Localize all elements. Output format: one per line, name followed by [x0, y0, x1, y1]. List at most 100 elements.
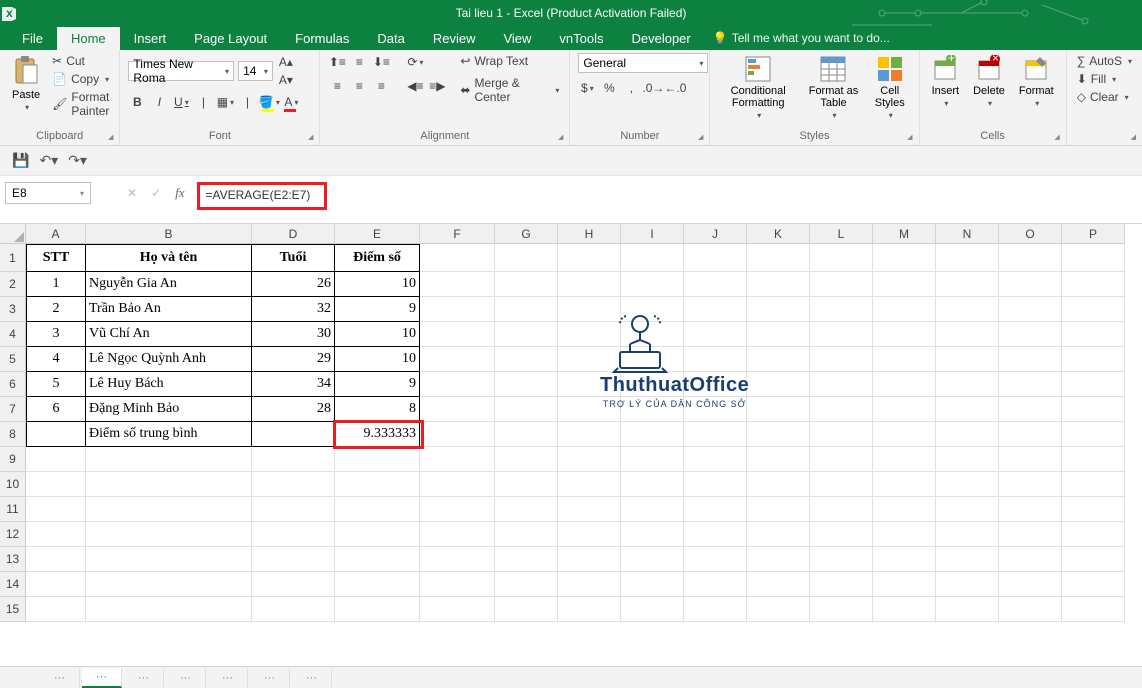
cell[interactable]	[26, 472, 86, 497]
cell[interactable]	[558, 397, 621, 422]
cell[interactable]	[558, 597, 621, 622]
cell[interactable]: 6	[26, 397, 86, 422]
cell[interactable]	[999, 322, 1062, 347]
cell[interactable]	[873, 522, 936, 547]
cell[interactable]	[747, 422, 810, 447]
cell[interactable]: 10	[335, 272, 420, 297]
cell[interactable]	[873, 472, 936, 497]
insert-cells-button[interactable]: +Insert	[928, 53, 964, 110]
cell[interactable]	[495, 447, 558, 472]
cell[interactable]	[495, 422, 558, 447]
redo-button[interactable]: ↷▾	[68, 152, 87, 169]
cell[interactable]: 28	[252, 397, 335, 422]
col-header-K[interactable]: K	[747, 224, 810, 244]
cell[interactable]	[936, 397, 999, 422]
cell[interactable]	[335, 447, 420, 472]
cell[interactable]	[86, 547, 252, 572]
cell[interactable]	[873, 397, 936, 422]
cell[interactable]	[621, 447, 684, 472]
cell[interactable]	[936, 497, 999, 522]
cell[interactable]	[420, 472, 495, 497]
cell-styles-button[interactable]: Cell Styles	[869, 53, 911, 122]
font-color-button[interactable]: A	[282, 93, 300, 111]
cell[interactable]	[621, 422, 684, 447]
cell[interactable]	[26, 497, 86, 522]
tab-developer[interactable]: Developer	[617, 27, 704, 50]
cell[interactable]	[420, 522, 495, 547]
fx-button[interactable]: fx	[175, 185, 184, 201]
font-size-select[interactable]: 14	[238, 61, 273, 81]
cell[interactable]	[1062, 572, 1125, 597]
underline-button[interactable]: U	[172, 93, 190, 111]
cell[interactable]	[26, 572, 86, 597]
cell[interactable]	[420, 572, 495, 597]
cell[interactable]	[558, 422, 621, 447]
cell[interactable]	[558, 572, 621, 597]
cell[interactable]	[86, 497, 252, 522]
cell[interactable]: 10	[335, 347, 420, 372]
cell[interactable]	[495, 347, 558, 372]
cell[interactable]	[684, 297, 747, 322]
cell[interactable]	[86, 472, 252, 497]
cell[interactable]	[558, 472, 621, 497]
cell[interactable]	[936, 597, 999, 622]
cell[interactable]	[810, 547, 873, 572]
orientation-button[interactable]: ⟳	[406, 53, 424, 71]
align-top-button[interactable]: ⬆≡	[328, 53, 346, 71]
cell[interactable]	[558, 297, 621, 322]
cell[interactable]	[621, 547, 684, 572]
cell[interactable]	[558, 447, 621, 472]
row-header-3[interactable]: 3	[0, 297, 26, 322]
tell-me[interactable]: 💡 Tell me what you want to do...	[713, 31, 890, 45]
cell[interactable]	[810, 347, 873, 372]
tab-home[interactable]: Home	[57, 27, 120, 50]
cell[interactable]	[810, 272, 873, 297]
cell[interactable]: Điểm số trung bình	[86, 422, 252, 447]
tab-data[interactable]: Data	[363, 27, 418, 50]
cell[interactable]	[1062, 347, 1125, 372]
cell[interactable]	[999, 547, 1062, 572]
tab-view[interactable]: View	[489, 27, 545, 50]
row-header-8[interactable]: 8	[0, 422, 26, 447]
cell[interactable]	[747, 397, 810, 422]
paste-button[interactable]: Paste	[8, 53, 44, 114]
cell[interactable]	[335, 472, 420, 497]
cancel-formula-button[interactable]: ✕	[127, 186, 137, 200]
cell[interactable]: Điểm số	[335, 244, 420, 272]
cell[interactable]	[495, 572, 558, 597]
cell[interactable]	[420, 547, 495, 572]
cell[interactable]	[810, 497, 873, 522]
row-header-13[interactable]: 13	[0, 547, 26, 572]
cell[interactable]	[810, 597, 873, 622]
cell[interactable]	[26, 547, 86, 572]
cell[interactable]	[873, 572, 936, 597]
cell[interactable]	[1062, 297, 1125, 322]
cell[interactable]	[999, 272, 1062, 297]
cell[interactable]	[621, 572, 684, 597]
cell[interactable]	[420, 322, 495, 347]
row-header-7[interactable]: 7	[0, 397, 26, 422]
cell[interactable]	[86, 597, 252, 622]
cell[interactable]	[558, 272, 621, 297]
cell[interactable]	[684, 597, 747, 622]
cell[interactable]	[936, 572, 999, 597]
cell[interactable]	[999, 372, 1062, 397]
undo-button[interactable]: ↶▾	[39, 152, 58, 169]
cell[interactable]: 32	[252, 297, 335, 322]
col-header-J[interactable]: J	[684, 224, 747, 244]
align-right-button[interactable]: ≡	[372, 77, 390, 95]
cell[interactable]	[1062, 447, 1125, 472]
indent-button[interactable]: ≡▶	[428, 77, 446, 95]
col-header-A[interactable]: A	[26, 224, 86, 244]
font-name-select[interactable]: Times New Roma	[128, 61, 234, 81]
tab-review[interactable]: Review	[419, 27, 490, 50]
col-header-O[interactable]: O	[999, 224, 1062, 244]
cell[interactable]	[495, 297, 558, 322]
cell[interactable]	[1062, 272, 1125, 297]
cell[interactable]	[999, 422, 1062, 447]
worksheet[interactable]: ABDEFGHIJKLMNOP 123456789101112131415 ST…	[0, 224, 1142, 654]
cell[interactable]	[684, 347, 747, 372]
cell[interactable]	[558, 244, 621, 272]
cell[interactable]	[1062, 497, 1125, 522]
cell[interactable]	[420, 447, 495, 472]
